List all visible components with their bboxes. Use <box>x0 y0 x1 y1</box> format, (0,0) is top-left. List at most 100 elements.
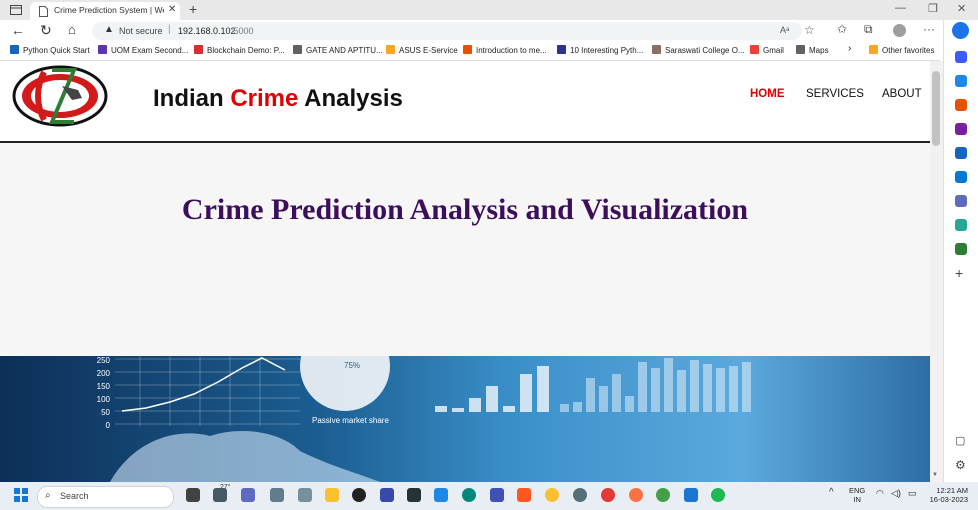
bookmark-icon <box>293 45 302 54</box>
bookmark-icon <box>194 45 203 54</box>
site-brand[interactable]: Indian Crime Analysis <box>153 85 403 113</box>
app-icon[interactable] <box>298 488 312 502</box>
tree-icon[interactable] <box>955 243 967 255</box>
bookmark-item[interactable]: UOM Exam Second... <box>98 45 188 55</box>
battery-icon[interactable]: ▭ <box>908 488 917 499</box>
banner-grid <box>115 356 300 426</box>
snipping-tool-icon[interactable] <box>407 488 421 502</box>
bookmark-icon <box>463 45 472 54</box>
scroll-down-icon[interactable]: ▼ <box>932 472 938 478</box>
back-icon[interactable]: ← <box>11 22 25 38</box>
bookmark-item[interactable]: Gmail <box>750 45 784 55</box>
banner-bars-faded <box>560 358 751 412</box>
powerpoint-icon[interactable] <box>601 488 615 502</box>
sidebar-toggle-icon[interactable]: ▢ <box>955 434 965 447</box>
nav-about[interactable]: ABOUT <box>882 88 922 100</box>
drop-icon[interactable] <box>955 219 967 231</box>
vscode-icon[interactable] <box>684 488 698 502</box>
bing-chat-icon[interactable] <box>952 22 969 39</box>
settings-gear-icon[interactable]: ⚙ <box>955 458 966 472</box>
volume-icon[interactable]: ◁) <box>891 488 901 499</box>
page-icon <box>39 6 48 17</box>
browser-tab-bar: Crime Prediction System | Welco ✕ + — ❐ … <box>0 0 978 20</box>
bookmark-item[interactable]: Python Quick Start <box>10 45 90 55</box>
active-tab[interactable]: Crime Prediction System | Welco ✕ <box>30 2 180 20</box>
media-player-icon[interactable] <box>352 488 366 502</box>
bookmark-icon <box>652 45 661 54</box>
close-tab-icon[interactable]: ✕ <box>168 4 176 15</box>
url-host[interactable]: 192.168.0.102 <box>178 26 236 36</box>
browser-sidebar: + ▢ ⚙ <box>943 20 978 482</box>
designer-app-icon[interactable] <box>490 488 504 502</box>
taskbar-search[interactable]: ⌕ Search <box>37 486 174 508</box>
widgets-icon[interactable] <box>213 488 227 502</box>
site-logo[interactable] <box>12 64 108 128</box>
refresh-icon[interactable]: ↻ <box>40 22 52 39</box>
nav-services[interactable]: SERVICES <box>806 88 864 100</box>
address-bar[interactable]: ▲ Not secure | 192.168.0.102 :5000 Aᵃ ☆ <box>92 22 815 40</box>
app-ring-icon[interactable] <box>656 488 670 502</box>
url-port[interactable]: :5000 <box>231 26 254 36</box>
tab-actions-icon[interactable] <box>10 5 22 15</box>
scrollbar-thumb[interactable] <box>932 71 940 146</box>
bookmark-item[interactable]: GATE AND APTITU... <box>293 45 383 55</box>
firefox-icon[interactable] <box>629 488 643 502</box>
bookmark-item[interactable]: Saraswati College O... <box>652 45 745 55</box>
bookmark-item[interactable]: Blockchain Demo: P... <box>194 45 285 55</box>
search-icon: ⌕ <box>45 490 51 501</box>
bookmark-item[interactable]: 10 Interesting Pyth... <box>557 45 643 55</box>
office-icon[interactable] <box>955 147 967 159</box>
minimize-icon[interactable]: — <box>895 2 906 14</box>
bookmark-item[interactable]: Maps <box>796 45 829 55</box>
bookmark-icon <box>10 45 19 54</box>
bookmark-item[interactable]: ASUS E-Service <box>386 45 458 55</box>
add-sidebar-app-icon[interactable]: + <box>955 265 963 281</box>
clock[interactable]: 12:21 AM 16-03-2023 <box>926 486 968 504</box>
profile-avatar[interactable] <box>893 24 906 37</box>
gmail-icon <box>750 45 759 54</box>
favorites-icon[interactable]: ✩ <box>837 22 847 36</box>
app-icon[interactable] <box>270 488 284 502</box>
teams-icon[interactable] <box>241 488 255 502</box>
close-window-icon[interactable]: ✕ <box>957 2 966 15</box>
start-button-icon[interactable] <box>14 488 28 502</box>
read-aloud-icon[interactable]: Aᵃ <box>780 25 789 35</box>
more-menu-icon[interactable]: ··· <box>923 22 935 36</box>
file-explorer-icon[interactable] <box>325 488 339 502</box>
designer-icon[interactable] <box>955 195 967 207</box>
copilot-icon[interactable] <box>380 488 394 502</box>
restore-icon[interactable]: ❐ <box>928 2 938 15</box>
favorite-star-icon[interactable]: ☆ <box>804 23 815 37</box>
games-icon[interactable] <box>955 123 967 135</box>
analytics-banner-image: 250 200 150 100 50 0 75% Passive market … <box>0 356 930 482</box>
tools-icon[interactable] <box>955 99 967 111</box>
collections-icon[interactable]: ⧉ <box>864 22 873 37</box>
tray-overflow-icon[interactable]: ^ <box>829 487 834 498</box>
search-icon[interactable] <box>955 51 967 63</box>
todo-icon[interactable] <box>434 488 448 502</box>
nav-home[interactable]: HOME <box>750 88 785 100</box>
wifi-icon[interactable]: ◠ <box>876 488 884 499</box>
shopping-icon[interactable] <box>955 75 967 87</box>
home-icon[interactable]: ⌂ <box>68 22 76 37</box>
bookmark-icon <box>98 45 107 54</box>
security-label[interactable]: Not secure <box>119 26 163 36</box>
new-tab-button[interactable]: + <box>189 1 197 17</box>
bookmark-icon <box>557 45 566 54</box>
spotify-icon[interactable] <box>711 488 725 502</box>
brave-icon[interactable] <box>517 488 531 502</box>
outlook-icon[interactable] <box>955 171 967 183</box>
settings-app-icon[interactable] <box>573 488 587 502</box>
bookmark-item[interactable]: Introduction to me... <box>463 45 547 55</box>
other-favorites[interactable]: Other favorites <box>869 45 934 55</box>
bookmarks-bar: Python Quick Start UOM Exam Second... Bl… <box>0 42 940 61</box>
page-scrollbar[interactable]: ▼ <box>930 61 943 482</box>
task-view-icon[interactable] <box>186 488 200 502</box>
bookmarks-overflow-icon[interactable]: › <box>848 43 851 54</box>
hero-title: Crime Prediction Analysis and Visualizat… <box>181 193 749 226</box>
banner-bars <box>435 366 549 412</box>
chrome-icon[interactable] <box>545 488 559 502</box>
edge-icon[interactable] <box>462 488 476 502</box>
language-indicator[interactable]: ENG IN <box>849 486 865 504</box>
banner-caption: Passive market share <box>312 416 389 425</box>
